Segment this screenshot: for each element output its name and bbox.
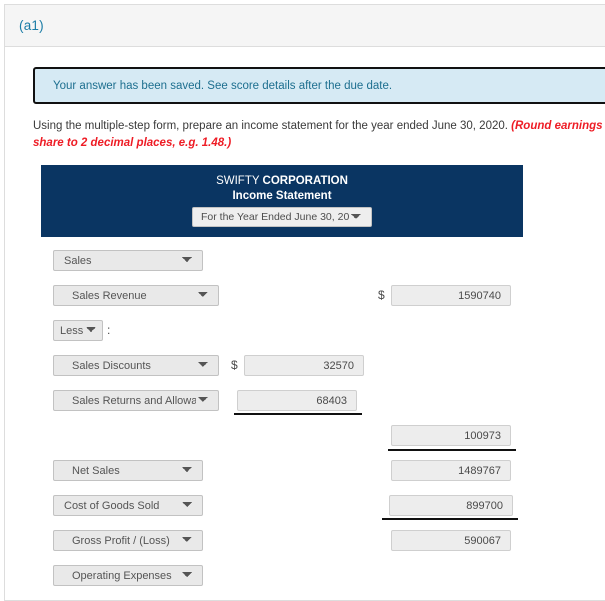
- instructions-paragraph: Using the multiple-step form, prepare an…: [33, 118, 605, 151]
- company-name-bold: CORPORATION: [262, 175, 348, 188]
- alert-message: Your answer has been saved. See score de…: [53, 79, 393, 92]
- row-gross-profit: Gross Profit / (Loss): [41, 530, 523, 565]
- currency-symbol-sales-revenue: $: [378, 288, 385, 303]
- amount-cell-gross-profit: [391, 530, 511, 552]
- amount-cell-deductions-subtotal: [391, 425, 511, 447]
- amount-input-sales-discounts[interactable]: [244, 355, 364, 377]
- row-less: Less :: [41, 320, 523, 355]
- question-panel: (a1) Your answer has been saved. See sco…: [4, 4, 605, 601]
- row-sales-discounts: Sales Discounts $: [41, 355, 523, 390]
- amount-cell-net-sales: [391, 460, 511, 482]
- subtotal-rule-sales-returns: [234, 413, 362, 416]
- row-sales-label-cell: Sales: [53, 250, 203, 272]
- company-name-normal: SWIFTY: [216, 175, 260, 188]
- account-select-net-sales[interactable]: Net Sales: [53, 460, 203, 482]
- statement-period-wrap: For the Year Ended June 30, 2020: [41, 207, 523, 228]
- panel-body: Your answer has been saved. See score de…: [5, 47, 605, 600]
- subtotal-rule-deductions: [388, 449, 516, 452]
- part-label: (a1): [19, 18, 44, 33]
- row-operating-expenses-label-cell: Operating Expenses: [53, 565, 203, 587]
- saved-answer-alert: Your answer has been saved. See score de…: [33, 67, 605, 104]
- statement-company-line: SWIFTY CORPORATION: [41, 174, 523, 189]
- account-select-operating-expenses[interactable]: Operating Expenses: [53, 565, 203, 587]
- instructions-main: Using the multiple-step form, prepare an…: [33, 120, 508, 132]
- account-select-cost-of-goods-sold[interactable]: Cost of Goods Sold: [53, 495, 203, 517]
- row-cost-of-goods-sold: Cost of Goods Sold: [41, 495, 523, 530]
- amount-input-net-sales[interactable]: [391, 460, 511, 482]
- income-statement-form: SWIFTY CORPORATION Income Statement For …: [41, 165, 523, 600]
- row-sales: Sales: [41, 250, 523, 285]
- row-operating-expenses: Operating Expenses: [41, 565, 523, 600]
- period-select[interactable]: For the Year Ended June 30, 2020: [192, 207, 372, 228]
- row-less-label-cell: Less: [53, 320, 103, 342]
- amount-cell-sales-discounts: [244, 355, 364, 377]
- statement-title: Income Statement: [232, 190, 332, 203]
- account-select-sales-discounts[interactable]: Sales Discounts: [53, 355, 219, 377]
- account-select-sales-revenue[interactable]: Sales Revenue: [53, 285, 219, 307]
- less-select[interactable]: Less: [53, 320, 103, 342]
- subtotal-rule-cost-of-goods-sold: [382, 518, 518, 521]
- row-sales-discounts-label-cell: Sales Discounts: [53, 355, 219, 377]
- row-sales-revenue: Sales Revenue $: [41, 285, 523, 320]
- less-colon: :: [107, 323, 111, 338]
- amount-cell-sales-revenue: [391, 285, 511, 307]
- row-cogs-label-cell: Cost of Goods Sold: [53, 495, 203, 517]
- amount-cell-cost-of-goods-sold: [389, 495, 513, 517]
- amount-input-deductions-subtotal[interactable]: [391, 425, 511, 447]
- row-sales-revenue-label-cell: Sales Revenue: [53, 285, 219, 307]
- currency-symbol-sales-discounts: $: [231, 358, 238, 373]
- account-select-sales[interactable]: Sales: [53, 250, 203, 272]
- account-select-sales-returns[interactable]: Sales Returns and Allowances: [53, 390, 219, 412]
- statement-header: SWIFTY CORPORATION Income Statement For …: [41, 165, 523, 238]
- row-sales-returns: Sales Returns and Allowances: [41, 390, 523, 425]
- row-deductions-subtotal: [41, 425, 523, 460]
- panel-header: (a1): [5, 5, 605, 47]
- amount-input-cost-of-goods-sold[interactable]: [389, 495, 513, 517]
- amount-input-sales-returns[interactable]: [237, 390, 357, 412]
- amount-input-sales-revenue[interactable]: [391, 285, 511, 307]
- account-select-gross-profit[interactable]: Gross Profit / (Loss): [53, 530, 203, 552]
- row-gross-profit-label-cell: Gross Profit / (Loss): [53, 530, 203, 552]
- amount-input-gross-profit[interactable]: [391, 530, 511, 552]
- row-net-sales: Net Sales: [41, 460, 523, 495]
- amount-cell-sales-returns: [237, 390, 357, 412]
- row-net-sales-label-cell: Net Sales: [53, 460, 203, 482]
- row-sales-returns-label-cell: Sales Returns and Allowances: [53, 390, 219, 412]
